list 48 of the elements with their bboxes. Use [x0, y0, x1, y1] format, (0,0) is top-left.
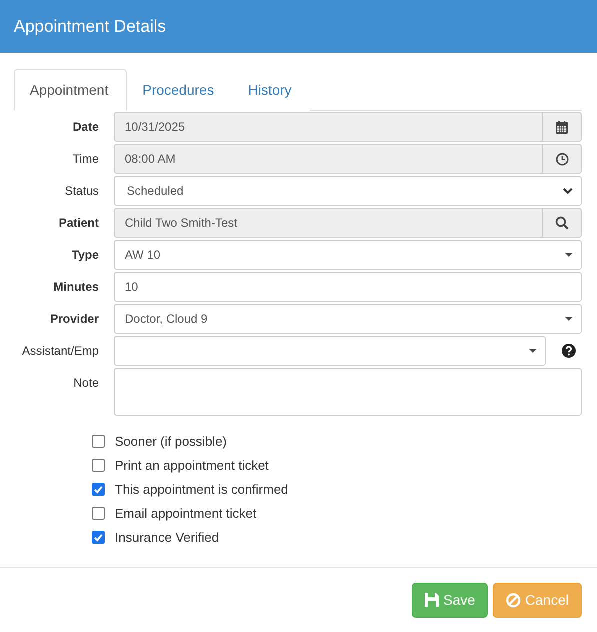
checkbox-label: Email appointment ticket: [115, 506, 257, 521]
window-title: Appointment Details: [14, 16, 166, 36]
field-value: 10/31/2025: [124, 119, 186, 136]
input-field[interactable]: 10: [114, 272, 582, 302]
dropdown-field[interactable]: Doctor, Cloud 9: [114, 304, 582, 334]
input-field[interactable]: 10/31/2025: [114, 112, 582, 142]
caret-icon: [565, 317, 573, 321]
field-label: Provider: [49, 311, 99, 326]
field-label: Minutes: [52, 279, 99, 294]
prohibited-icon: [506, 592, 522, 608]
checkbox-label: This appointment is confirmed: [115, 482, 288, 497]
checkbox[interactable]: [92, 435, 105, 448]
checkbox[interactable]: [92, 531, 105, 544]
input-field[interactable]: 08:00 AM: [114, 144, 582, 174]
dropdown-field[interactable]: AW 10: [114, 240, 582, 270]
checkbox-label: Sooner (if possible): [115, 434, 227, 449]
input-field[interactable]: Child Two Smith-Test: [114, 208, 582, 238]
field-value: AW 10: [124, 248, 162, 262]
chevron-icon: [563, 188, 573, 194]
caret-icon: [529, 349, 537, 353]
search-icon: [555, 216, 569, 230]
field-label: Date: [72, 119, 99, 134]
checkbox-label: Insurance Verified: [115, 530, 220, 545]
save-icon: [425, 593, 440, 607]
field-value: Doctor, Cloud 9: [124, 312, 209, 326]
field-value: 08:00 AM: [124, 151, 177, 168]
tab[interactable]: Appointment: [14, 69, 127, 111]
help-icon[interactable]: [562, 344, 576, 358]
checkbox[interactable]: [92, 459, 105, 472]
field-label: Status: [64, 183, 99, 198]
field-label: Assistant/Emp: [21, 343, 99, 358]
field-value: Child Two Smith-Test: [124, 215, 238, 232]
field-label: Type: [70, 247, 99, 262]
field-label: Time: [72, 151, 99, 166]
calendar-icon: [556, 120, 568, 134]
field-value: 10: [124, 280, 140, 294]
select-field[interactable]: Scheduled: [114, 176, 582, 206]
caret-icon: [565, 253, 573, 257]
field-label: Patient: [58, 215, 99, 230]
clock-icon: [556, 152, 568, 166]
note-field[interactable]: [114, 368, 582, 416]
checkbox[interactable]: [92, 507, 105, 520]
checkbox-label: Print an appointment ticket: [115, 458, 269, 473]
tab[interactable]: Procedures: [126, 69, 232, 111]
field-label: Note: [72, 375, 99, 390]
checkbox[interactable]: [92, 483, 105, 496]
dropdown-field[interactable]: [114, 336, 546, 366]
field-value: Scheduled: [126, 184, 185, 198]
